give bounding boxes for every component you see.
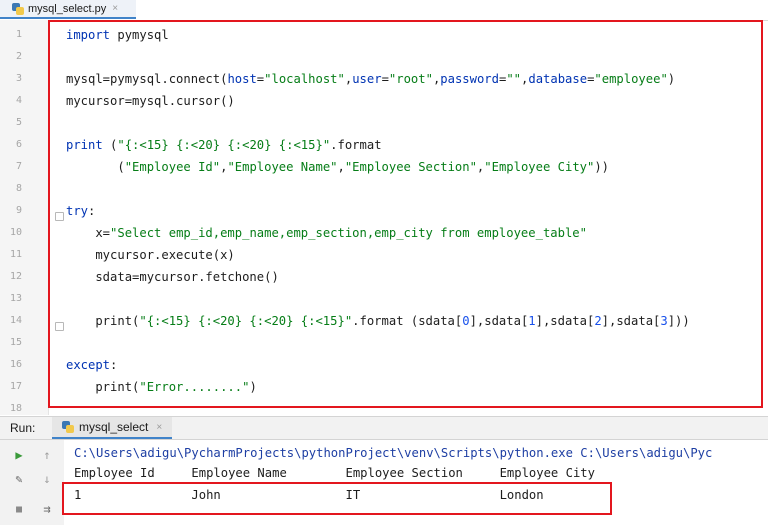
python-file-icon	[12, 2, 24, 15]
code-line-11: mycursor.execute(x)	[66, 248, 235, 262]
console-header-line: Employee Id Employee Name Employee Secti…	[74, 466, 595, 480]
line-number: 16	[9, 359, 22, 370]
run-tab-mysql-select[interactable]: mysql_select ×	[52, 417, 173, 439]
scroll-down-icon[interactable]: ↓	[38, 470, 56, 488]
console-data-row: 1 John IT London	[74, 488, 544, 502]
line-number: 11	[9, 249, 22, 260]
line-number: 10	[9, 227, 22, 238]
line-number: 5	[15, 117, 22, 128]
editor-tab-bar: mysql_select.py ×	[0, 0, 768, 21]
code-line-9: try:	[66, 204, 96, 218]
code-line-1: import pymysql	[66, 28, 169, 42]
line-number: 13	[9, 293, 22, 304]
stop-icon[interactable]: ■	[10, 500, 28, 518]
editor-tab-mysql-select[interactable]: mysql_select.py ×	[0, 0, 136, 19]
line-number: 6	[15, 139, 22, 150]
line-number: 3	[15, 73, 22, 84]
line-number: 1	[15, 29, 22, 40]
code-line-3: mysql=pymysql.connect(host="localhost",u…	[66, 72, 676, 86]
code-line-6: print ("{:<15} {:<20} {:<20} {:<15}".for…	[66, 138, 382, 152]
python-run-icon	[62, 421, 74, 433]
line-number: 14	[9, 315, 22, 326]
run-toolbar: ▶ ↑ ✎ ↓ ■ ⇉	[0, 440, 64, 525]
code-line-4: mycursor=mysql.cursor()	[66, 94, 235, 108]
line-number: 17	[9, 381, 22, 392]
code-line-12: sdata=mycursor.fetchone()	[66, 270, 279, 284]
line-number: 12	[9, 271, 22, 282]
code-line-10: x="Select emp_id,emp_name,emp_section,em…	[66, 226, 587, 240]
scroll-up-icon[interactable]: ↑	[38, 446, 56, 464]
line-number: 7	[15, 161, 22, 172]
run-label: Run:	[10, 421, 36, 435]
line-number: 4	[15, 95, 22, 106]
wrench-icon[interactable]: ✎	[10, 470, 28, 488]
fold-marker-icon[interactable]	[55, 212, 64, 221]
console-command-line: C:\Users\adigu\PycharmProjects\pythonPro…	[74, 446, 713, 460]
fold-marker-icon[interactable]	[55, 322, 64, 331]
line-number: 9	[15, 205, 22, 216]
run-console[interactable]: C:\Users\adigu\PycharmProjects\pythonPro…	[74, 440, 712, 502]
rerun-icon[interactable]: ▶	[10, 446, 28, 464]
code-line-16: except:	[66, 358, 118, 372]
editor-tab-label: mysql_select.py	[28, 2, 107, 15]
line-number: 8	[15, 183, 22, 194]
code-line-17: print("Error........")	[66, 380, 257, 394]
line-number: 2	[15, 51, 22, 62]
line-number-gutter: 1 2 3 4 5 6 7 8 9 10 11 12 13 14 15 16 1…	[0, 20, 49, 415]
soft-wrap-icon[interactable]: ⇉	[38, 500, 56, 518]
close-run-tab-icon[interactable]: ×	[156, 422, 162, 433]
code-line-14: print("{:<15} {:<20} {:<20} {:<15}".form…	[66, 314, 690, 328]
run-panel-header: Run: mysql_select ×	[0, 416, 768, 440]
line-number: 15	[9, 337, 22, 348]
run-tab-label: mysql_select	[79, 420, 149, 434]
code-line-7: ("Employee Id","Employee Name","Employee…	[66, 160, 610, 174]
close-tab-icon[interactable]: ×	[112, 3, 118, 14]
